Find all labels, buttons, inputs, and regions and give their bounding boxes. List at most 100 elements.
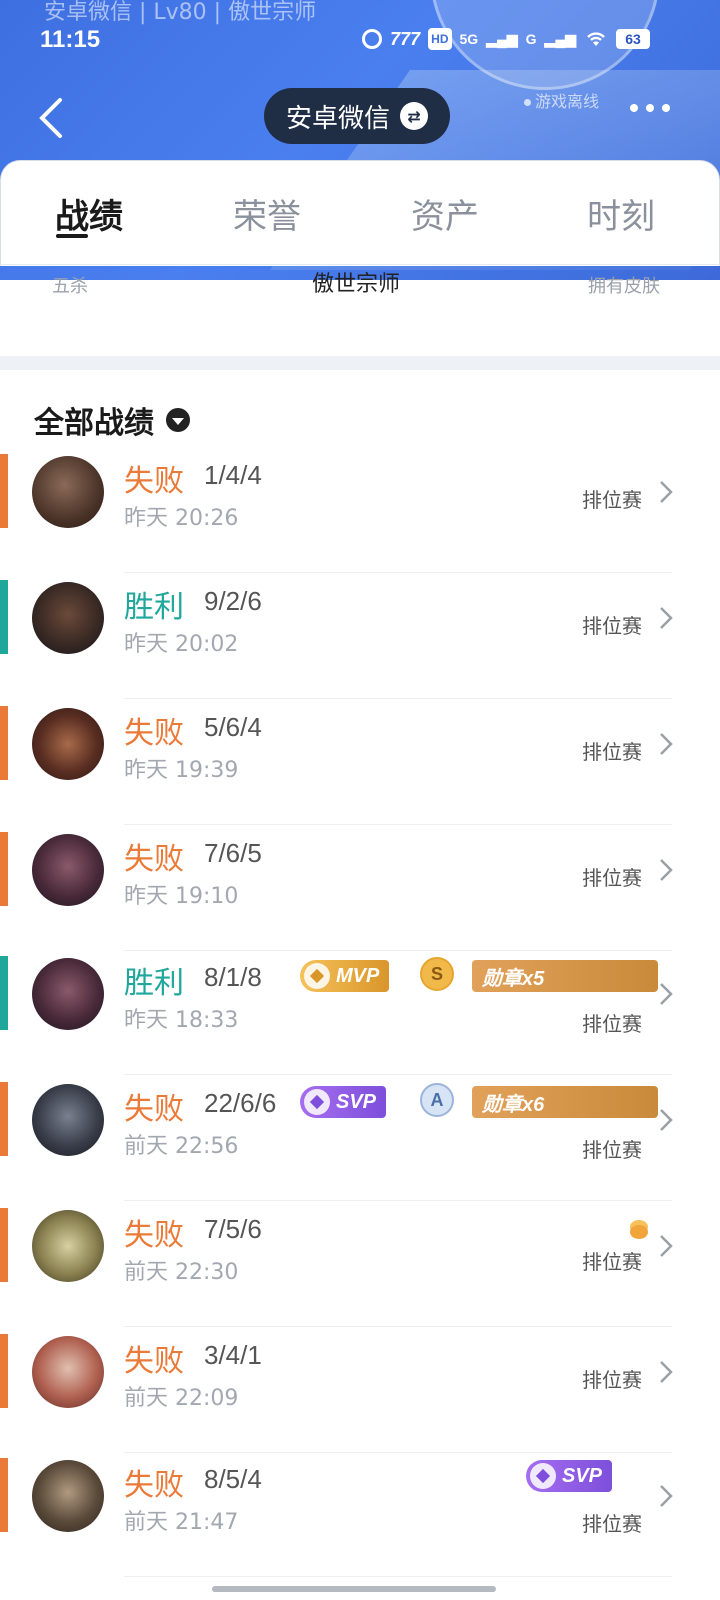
swap-icon: ⇄	[400, 102, 429, 130]
match-mode: 排位赛	[582, 1012, 642, 1036]
records-title: 全部战绩	[34, 406, 154, 441]
match-mode: 排位赛	[582, 1250, 642, 1274]
match-record-row[interactable]: 失败 1/4/4 昨天 20:26 排位赛	[0, 454, 720, 582]
chevron-right-icon	[660, 983, 673, 1005]
match-time: 昨天 20:02	[124, 632, 239, 657]
more-options-button[interactable]	[630, 104, 670, 112]
gem-icon	[530, 1463, 556, 1489]
match-kda: 9/2/6	[204, 586, 262, 616]
hero-avatar	[32, 1210, 104, 1282]
row-separator	[124, 1074, 672, 1075]
stat-pentakill-label: 五杀	[52, 276, 88, 297]
match-result: 胜利	[124, 966, 184, 1001]
tab-bar: 战绩 荣誉 资产 时刻	[0, 160, 720, 266]
match-kda: 7/6/5	[204, 838, 262, 868]
match-result: 失败	[124, 1092, 184, 1127]
wifi-icon	[584, 28, 608, 50]
match-result: 失败	[124, 1344, 184, 1379]
match-record-row[interactable]: 失败 7/5/6 前天 22:30 排位赛	[0, 1208, 720, 1336]
tab-records[interactable]: 战绩	[55, 189, 123, 238]
section-divider	[0, 356, 720, 370]
outcome-bar	[0, 832, 8, 906]
signal-5g-icon: 5G	[459, 31, 479, 47]
match-result: 失败	[124, 464, 184, 499]
coin-icon	[630, 1225, 648, 1239]
match-result: 胜利	[124, 590, 184, 625]
match-record-row[interactable]: 失败 8/5/4 前天 21:47 SVP 排位赛	[0, 1458, 720, 1586]
match-kda: 8/1/8	[204, 962, 262, 992]
match-mode: 排位赛	[582, 1512, 642, 1536]
active-tab-indicator	[56, 234, 88, 238]
match-record-row[interactable]: 失败 7/6/5 昨天 19:10 排位赛	[0, 832, 720, 960]
svp-label: SVP	[336, 1090, 377, 1113]
stat-rank-label: 傲世宗师	[312, 272, 401, 297]
grade-a-label: A	[420, 1083, 454, 1117]
hero-avatar	[32, 1336, 104, 1408]
tab-honors[interactable]: 荣誉	[233, 189, 301, 238]
signal-g-icon: G	[525, 31, 537, 47]
game-offline-status: 游戏离线	[524, 88, 599, 112]
match-mode: 排位赛	[582, 614, 642, 638]
match-mode: 排位赛	[582, 866, 642, 890]
account-title: 安卓微信	[286, 103, 391, 134]
match-kda: 3/4/1	[204, 1340, 262, 1370]
tab-assets[interactable]: 资产	[411, 189, 479, 238]
hero-avatar	[32, 708, 104, 780]
match-mode: 排位赛	[582, 1368, 642, 1392]
coin-badge	[630, 1216, 648, 1248]
chevron-right-icon	[660, 1361, 673, 1383]
match-time: 前天 22:30	[124, 1260, 239, 1285]
medal-label: 勋章x5	[482, 967, 545, 990]
grade-a-badge: A	[420, 1083, 454, 1117]
chevron-right-icon	[660, 607, 673, 629]
match-record-row[interactable]: 胜利 8/1/8 昨天 18:33 MVP S 勋章x5 排位赛	[0, 956, 720, 1084]
match-record-row[interactable]: 失败 22/6/6 前天 22:56 SVP A 勋章x6 排位赛	[0, 1082, 720, 1210]
match-record-row[interactable]: 胜利 9/2/6 昨天 20:02 排位赛	[0, 580, 720, 708]
gem-icon	[304, 963, 330, 989]
match-record-row[interactable]: 失败 3/4/1 前天 22:09 排位赛	[0, 1334, 720, 1462]
match-time: 昨天 20:26	[124, 506, 239, 531]
grade-s-badge: S	[420, 957, 454, 991]
match-time: 昨天 19:39	[124, 758, 239, 783]
outcome-bar	[0, 1208, 8, 1282]
chevron-right-icon	[660, 1109, 673, 1131]
back-button[interactable]	[34, 96, 70, 140]
offline-label: 游戏离线	[535, 92, 600, 111]
match-kda: 5/6/4	[204, 712, 262, 742]
row-separator	[124, 1200, 672, 1201]
battery-icon: 63	[616, 29, 650, 49]
row-separator	[124, 572, 672, 573]
svp-badge: SVP	[300, 1086, 387, 1118]
account-switch-button[interactable]: 安卓微信 ⇄	[264, 88, 451, 144]
hero-avatar	[32, 834, 104, 906]
grade-s-label: S	[420, 957, 454, 991]
outcome-bar	[0, 956, 8, 1030]
match-time: 昨天 18:33	[124, 1008, 239, 1033]
outcome-bar	[0, 454, 8, 528]
chevron-right-icon	[660, 1235, 673, 1257]
chevron-right-icon	[660, 1485, 673, 1507]
hero-avatar	[32, 958, 104, 1030]
match-time: 前天 22:56	[124, 1134, 239, 1159]
medal-label: 勋章x6	[482, 1093, 545, 1116]
home-indicator[interactable]	[212, 1586, 496, 1592]
back-arrow-icon	[39, 98, 62, 138]
hero-avatar	[32, 456, 104, 528]
chevron-right-icon	[660, 733, 673, 755]
match-result: 失败	[124, 1218, 184, 1253]
outcome-bar	[0, 706, 8, 780]
outcome-bar	[0, 1458, 8, 1532]
hero-avatar	[32, 582, 104, 654]
match-kda: 22/6/6	[204, 1088, 277, 1118]
match-mode: 排位赛	[582, 740, 642, 764]
match-record-row[interactable]: 失败 5/6/4 昨天 19:39 排位赛	[0, 706, 720, 834]
signal-bars-icon: ▂▄▆	[486, 30, 518, 47]
medal-badge: 勋章x6	[472, 1086, 658, 1118]
outcome-bar	[0, 580, 8, 654]
records-filter[interactable]: 全部战绩	[34, 398, 190, 442]
stat-skins-label: 拥有皮肤	[588, 276, 660, 297]
divider	[0, 264, 720, 265]
row-separator	[124, 698, 672, 699]
tab-moments[interactable]: 时刻	[587, 189, 655, 238]
match-kda: 1/4/4	[204, 460, 262, 490]
